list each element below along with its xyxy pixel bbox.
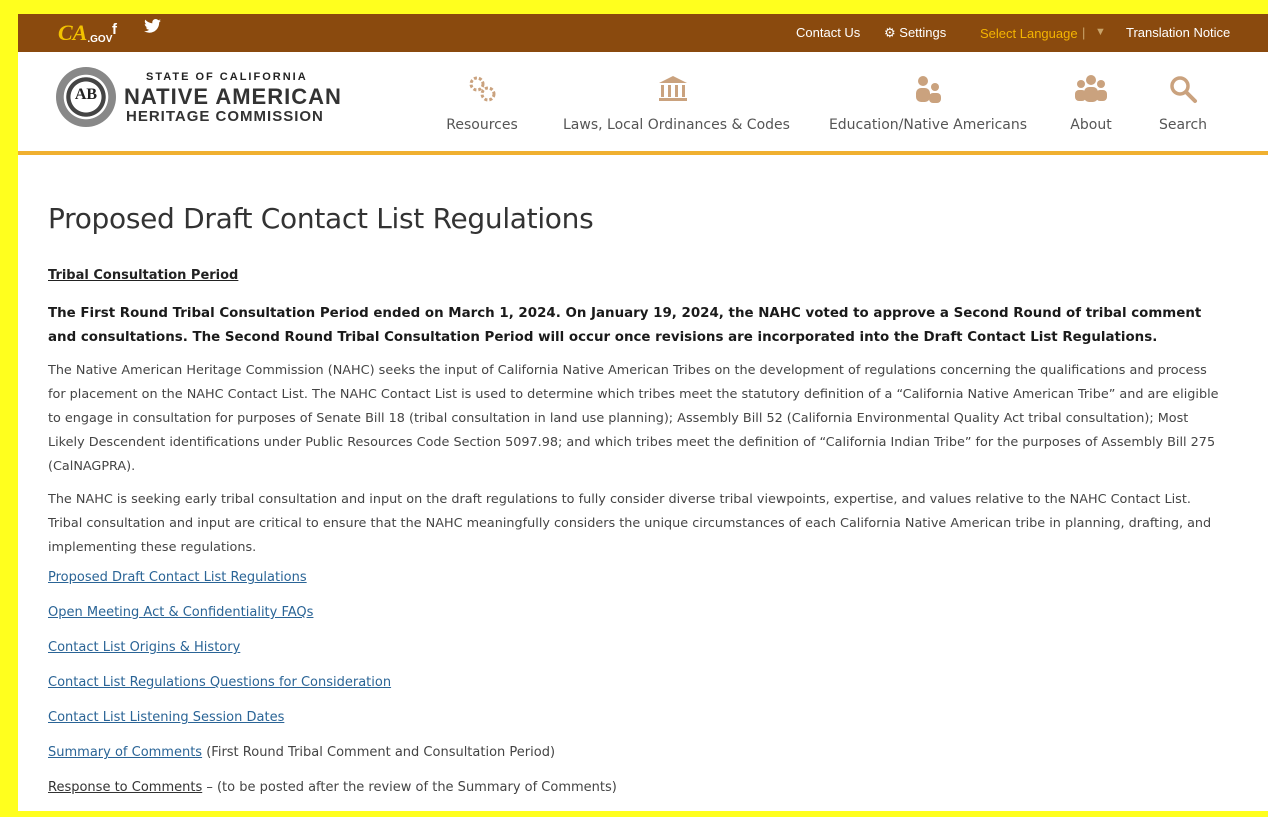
nav-label: Laws, Local Ordinances & Codes — [563, 117, 790, 133]
settings-link[interactable]: ⚙ Settings — [884, 25, 946, 41]
institution-icon — [563, 74, 783, 108]
consultation-notice: The First Round Tribal Consultation Peri… — [48, 306, 1202, 345]
response-note: – (to be posted after the review of the … — [202, 780, 617, 795]
commission-seal[interactable]: AB — [56, 67, 116, 127]
logo-name-line: NATIVE AMERICAN — [124, 84, 342, 109]
ca-gov-logo-suffix: .GOV — [87, 34, 113, 45]
summary-note: (First Round Tribal Comment and Consulta… — [202, 745, 556, 760]
nav-label: Education/Native Americans — [828, 117, 1028, 133]
summary-row: Summary of Comments (First Round Tribal … — [48, 745, 555, 760]
consultation-paragraph: The NAHC is seeking early tribal consult… — [48, 492, 1212, 555]
search-icon — [1148, 74, 1218, 108]
utility-bar: CA.GOV f Contact Us ⚙ Settings Select La… — [18, 14, 1268, 52]
site-header: AB STATE OF CALIFORNIA NATIVE AMERICAN H… — [18, 52, 1268, 155]
gear-icon: ⚙ — [884, 25, 896, 40]
language-select[interactable]: Select Language — [980, 26, 1078, 41]
nav-about[interactable]: About — [1058, 74, 1124, 133]
page-title: Proposed Draft Contact List Regulations — [48, 202, 594, 235]
nav-search[interactable]: Search — [1148, 74, 1218, 133]
link-response-to-comments[interactable]: Response to Comments — [48, 780, 202, 795]
section-heading: Tribal Consultation Period — [48, 268, 239, 283]
seal-initials: AB — [74, 86, 98, 103]
nav-label: Search — [1158, 117, 1208, 133]
group-icon — [1058, 74, 1124, 108]
settings-label: Settings — [899, 25, 947, 40]
contact-us-link[interactable]: Contact Us — [796, 25, 860, 40]
link-draft-regulations[interactable]: Proposed Draft Contact List Regulations — [48, 570, 307, 585]
people-icon — [828, 74, 1028, 108]
facebook-icon[interactable]: f — [112, 21, 117, 38]
nav-label: Resources — [446, 117, 518, 133]
page-frame: CA.GOV f Contact Us ⚙ Settings Select La… — [18, 14, 1268, 811]
gears-icon — [440, 74, 524, 108]
ca-gov-logo[interactable]: CA.GOV — [58, 20, 112, 46]
link-questions[interactable]: Contact List Regulations Questions for C… — [48, 675, 391, 690]
translation-notice-link[interactable]: Translation Notice — [1126, 25, 1230, 40]
nav-label: About — [1070, 117, 1112, 133]
link-origins-history[interactable]: Contact List Origins & History — [48, 640, 240, 655]
link-listening-sessions[interactable]: Contact List Listening Session Dates — [48, 710, 284, 725]
link-summary-of-comments[interactable]: Summary of Comments — [48, 745, 202, 760]
ca-gov-logo-mark: CA — [58, 20, 88, 45]
intro-paragraph: The Native American Heritage Commission … — [48, 363, 1219, 474]
link-open-meeting-faqs[interactable]: Open Meeting Act & Confidentiality FAQs — [48, 605, 313, 620]
language-separator: | — [1082, 25, 1086, 40]
nav-education[interactable]: Education/Native Americans — [828, 74, 1028, 133]
nav-laws[interactable]: Laws, Local Ordinances & Codes — [563, 74, 790, 133]
twitter-icon[interactable] — [144, 19, 161, 38]
chevron-down-icon[interactable]: ▼ — [1095, 26, 1106, 38]
logo-state-line: STATE OF CALIFORNIA — [146, 71, 308, 83]
response-row: Response to Comments – (to be posted aft… — [48, 780, 617, 795]
logo-commission-line: HERITAGE COMMISSION — [126, 108, 324, 125]
nav-resources[interactable]: Resources — [440, 74, 524, 133]
